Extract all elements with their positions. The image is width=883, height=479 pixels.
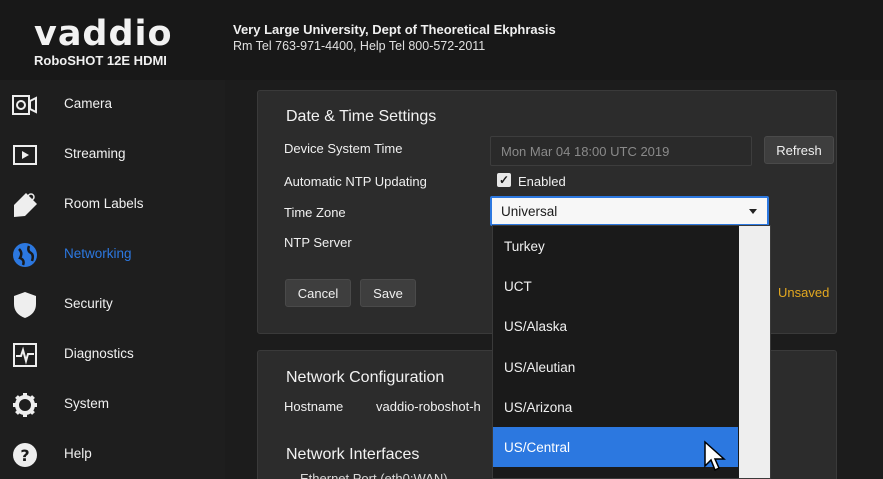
hostname-label: Hostname [284, 399, 344, 414]
panel-title: Network Configuration [286, 369, 445, 386]
gear-icon [10, 390, 40, 420]
ethernet-port-label: Ethernet Port (eth0:WAN) [300, 471, 448, 479]
timezone-label: Time Zone [284, 205, 346, 220]
streaming-icon [10, 140, 40, 170]
refresh-button[interactable]: Refresh [764, 136, 834, 164]
sidebar-item-networking[interactable]: Networking [0, 230, 225, 280]
phone-info: Rm Tel 763-971-4400, Help Tel 800-572-20… [233, 39, 486, 53]
dropdown-option[interactable]: Turkey [493, 226, 738, 266]
timezone-select[interactable]: Universal [490, 196, 769, 226]
ntp-updating-label: Automatic NTP Updating [284, 174, 427, 189]
help-icon: ? [10, 440, 40, 470]
dropdown-scrollbar[interactable] [739, 226, 770, 478]
sidebar-item-label: Streaming [64, 146, 126, 161]
sidebar-item-system[interactable]: System [0, 380, 225, 430]
network-interfaces-title: Network Interfaces [286, 446, 420, 463]
sidebar-item-label: Camera [64, 96, 113, 111]
sidebar-item-label: Networking [64, 246, 132, 261]
system-time-label: Device System Time [284, 141, 403, 156]
chevron-down-icon [749, 209, 757, 214]
dropdown-option[interactable]: US/Alaska [493, 306, 738, 346]
sidebar-item-diagnostics[interactable]: Diagnostics [0, 330, 225, 380]
mouse-pointer-icon [703, 440, 729, 479]
cancel-button[interactable]: Cancel [285, 279, 351, 307]
save-button[interactable]: Save [360, 279, 416, 307]
vaddio-logo: vaddio [34, 14, 173, 54]
sidebar-item-help[interactable]: ? Help [0, 430, 225, 479]
sidebar-item-label: Help [64, 446, 92, 461]
ntp-server-label: NTP Server [284, 235, 352, 250]
sidebar-item-label: Security [64, 296, 113, 311]
sidebar-item-camera[interactable]: Camera [0, 80, 225, 130]
camera-icon [10, 90, 40, 120]
sidebar-item-label: System [64, 396, 110, 411]
sidebar-item-security[interactable]: Security [0, 280, 225, 330]
unsaved-indicator: Unsaved [778, 285, 830, 300]
dropdown-option[interactable]: US/Arizona [493, 387, 738, 427]
sidebar-item-label: Diagnostics [64, 346, 134, 361]
ntp-enabled-checkbox[interactable]: ✓ [497, 173, 511, 187]
top-header: vaddio RoboSHOT 12E HDMI Very Large Univ… [0, 0, 883, 80]
tag-icon [10, 190, 40, 220]
globe-icon [10, 240, 40, 270]
hostname-value: vaddio-roboshot-h [376, 399, 481, 414]
sidebar-item-streaming[interactable]: Streaming [0, 130, 225, 180]
sidebar-item-label: Room Labels [64, 196, 144, 211]
system-time-field: Mon Mar 04 18:00 UTC 2019 [490, 136, 752, 166]
sidebar-item-room-labels[interactable]: Room Labels [0, 180, 225, 230]
device-model: RoboSHOT 12E HDMI [34, 53, 167, 68]
dropdown-option[interactable]: UCT [493, 266, 738, 306]
ntp-enabled-label: Enabled [518, 174, 566, 189]
shield-icon [10, 290, 40, 320]
panel-title: Date & Time Settings [286, 108, 437, 125]
timezone-dropdown-list[interactable]: Turkey UCT US/Alaska US/Aleutian US/Ariz… [492, 225, 771, 479]
sidebar: Camera Streaming Room Labels Networking … [0, 80, 225, 479]
svg-text:?: ? [20, 446, 29, 465]
timezone-selected-value: Universal [501, 204, 558, 219]
dropdown-option-highlighted[interactable]: US/Central [493, 427, 738, 467]
diagnostics-icon [10, 340, 40, 370]
dropdown-option[interactable]: US/Aleutian [493, 347, 738, 387]
organization-name: Very Large University, Dept of Theoretic… [233, 22, 556, 37]
